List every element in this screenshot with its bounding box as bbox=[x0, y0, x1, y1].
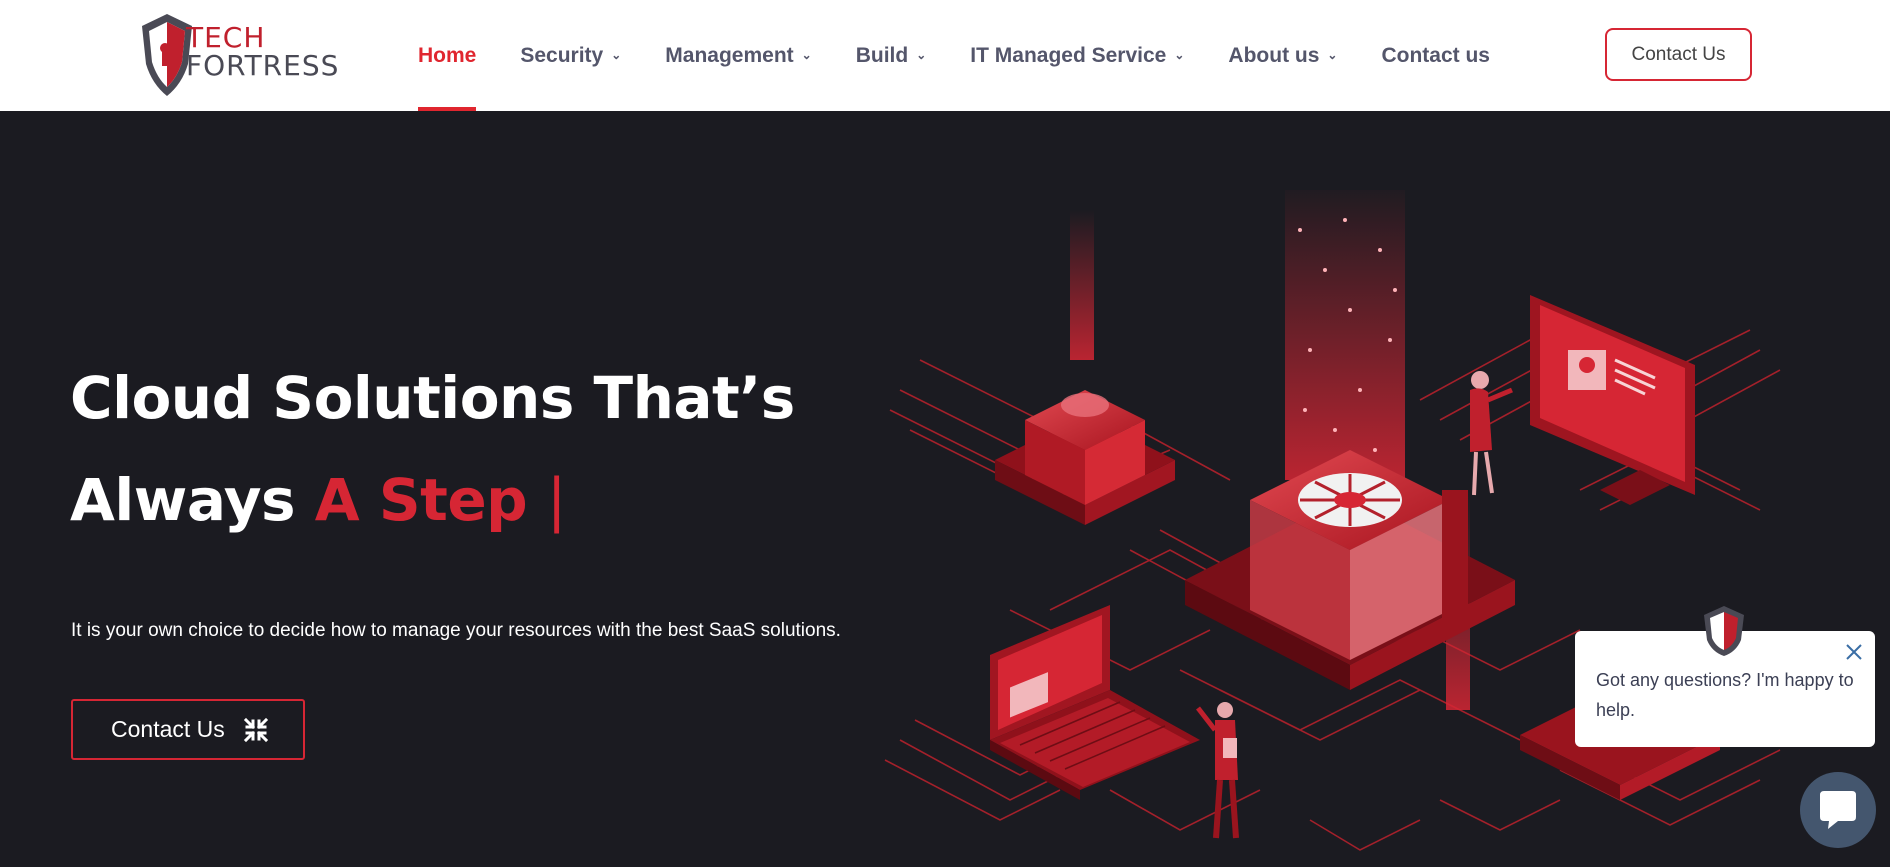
nav-management[interactable]: Management ⌄ bbox=[665, 0, 811, 111]
close-icon[interactable] bbox=[1843, 641, 1865, 663]
nav-about-us[interactable]: About us ⌄ bbox=[1228, 0, 1337, 111]
chevron-down-icon: ⌄ bbox=[611, 47, 622, 62]
header-contact-button[interactable]: Contact Us bbox=[1605, 28, 1752, 81]
chat-agent-avatar-icon bbox=[1704, 606, 1744, 656]
nav-build-label: Build bbox=[855, 43, 909, 67]
chat-message: Got any questions? I'm happy to help. bbox=[1596, 670, 1854, 720]
nav-contact-us-label: Contact us bbox=[1381, 43, 1490, 67]
logo-wordmark: TECH FORTRESS bbox=[186, 24, 339, 80]
typing-cursor: | bbox=[546, 466, 567, 534]
site-header: TECH FORTRESS Home Security ⌄ Management… bbox=[0, 0, 1890, 111]
nav-contact-us[interactable]: Contact us bbox=[1381, 0, 1490, 111]
chevron-down-icon: ⌄ bbox=[916, 47, 927, 62]
nav-it-managed-service-label: IT Managed Service bbox=[970, 43, 1167, 67]
logo-line1: TECH bbox=[186, 21, 266, 54]
nav-security-label: Security bbox=[520, 43, 604, 67]
nav-home-label: Home bbox=[418, 43, 477, 67]
nav-management-label: Management bbox=[665, 43, 794, 67]
nav-build[interactable]: Build ⌄ bbox=[856, 0, 927, 111]
tech-fortress-logo[interactable]: TECH FORTRESS bbox=[138, 12, 338, 100]
hero-title-line2: Always A Step | bbox=[70, 466, 566, 534]
main-nav: Home Security ⌄ Management ⌄ Build ⌄ IT … bbox=[418, 0, 1534, 111]
hero-title-line1: Cloud Solutions That’s bbox=[70, 364, 795, 432]
hero-contact-button[interactable]: Contact Us bbox=[71, 699, 305, 760]
chat-launcher-button[interactable] bbox=[1800, 772, 1876, 848]
nav-about-us-label: About us bbox=[1228, 43, 1320, 67]
hero-contact-button-label: Contact Us bbox=[111, 716, 225, 742]
logo-line2: FORTRESS bbox=[186, 49, 340, 82]
nav-security[interactable]: Security ⌄ bbox=[520, 0, 621, 111]
hero-title-white: Always bbox=[70, 466, 296, 534]
hero-subtitle: It is your own choice to decide how to m… bbox=[71, 620, 841, 641]
nav-it-managed-service[interactable]: IT Managed Service ⌄ bbox=[970, 0, 1184, 111]
cloud-server-illustration bbox=[884, 190, 1781, 851]
hero-title-highlight: A Step bbox=[314, 466, 528, 534]
nav-home[interactable]: Home bbox=[418, 0, 477, 111]
chevron-down-icon: ⌄ bbox=[1174, 47, 1185, 62]
collapse-arrows-icon bbox=[243, 717, 268, 742]
chat-bubble-icon bbox=[1820, 791, 1856, 829]
chevron-down-icon: ⌄ bbox=[1327, 47, 1338, 62]
chevron-down-icon: ⌄ bbox=[801, 47, 812, 62]
